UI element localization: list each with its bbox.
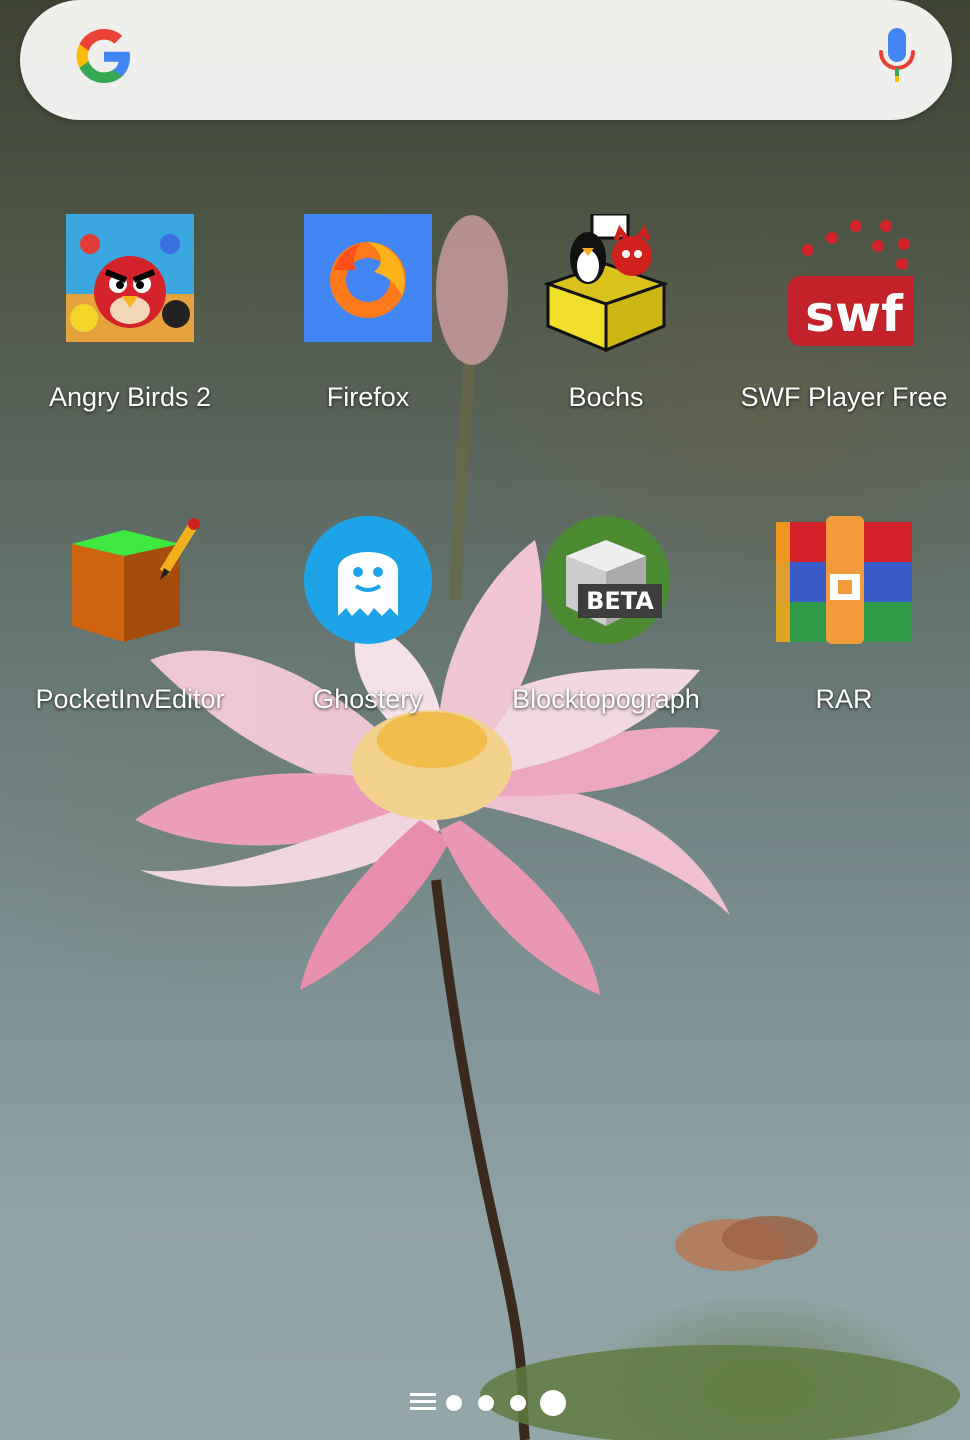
app-rar[interactable]: RAR xyxy=(724,516,964,715)
app-label: RAR xyxy=(815,684,873,714)
blocktopograph-icon: BETA xyxy=(536,516,676,656)
app-label: SWF Player Free xyxy=(740,382,948,412)
app-firefox[interactable]: Firefox xyxy=(248,214,488,413)
pocketinveditor-icon xyxy=(60,516,200,656)
app-bochs[interactable]: Bochs xyxy=(486,212,726,413)
page-indicator[interactable] xyxy=(406,1388,576,1416)
app-label: PocketInvEditor xyxy=(35,684,225,714)
ghostery-icon xyxy=(298,516,438,656)
app-drawer-menu-icon[interactable] xyxy=(410,1393,436,1411)
page-dot-4-current[interactable] xyxy=(540,1390,566,1416)
app-label: Angry Birds 2 xyxy=(48,382,212,412)
app-label: Ghostery xyxy=(313,684,423,714)
page-dot-2[interactable] xyxy=(478,1395,494,1411)
app-label: Blocktopograph xyxy=(512,684,700,714)
app-label: Bochs xyxy=(568,382,644,412)
google-g-logo-icon xyxy=(76,29,130,83)
app-angry-birds-2[interactable]: Angry Birds 2 xyxy=(10,214,250,413)
rar-icon xyxy=(774,516,914,656)
firefox-icon xyxy=(298,214,438,354)
app-label: Firefox xyxy=(326,382,410,412)
page-dot-3[interactable] xyxy=(510,1395,526,1411)
page-dot-1[interactable] xyxy=(446,1395,462,1411)
app-pocketinveditor[interactable]: PocketInvEditor xyxy=(10,516,250,715)
swf-player-icon: swf xyxy=(774,214,926,354)
app-ghostery[interactable]: Ghostery xyxy=(248,516,488,715)
app-swf-player-free[interactable]: swf SWF Player Free xyxy=(724,214,964,413)
app-blocktopograph[interactable]: BETA Blocktopograph xyxy=(486,516,726,715)
bochs-icon xyxy=(536,212,676,354)
swf-badge-text: swf xyxy=(805,285,904,343)
angry-birds-2-icon xyxy=(60,214,200,354)
microphone-icon[interactable] xyxy=(875,26,919,86)
google-search-bar[interactable] xyxy=(20,0,952,120)
beta-badge-text: BETA xyxy=(586,587,654,615)
